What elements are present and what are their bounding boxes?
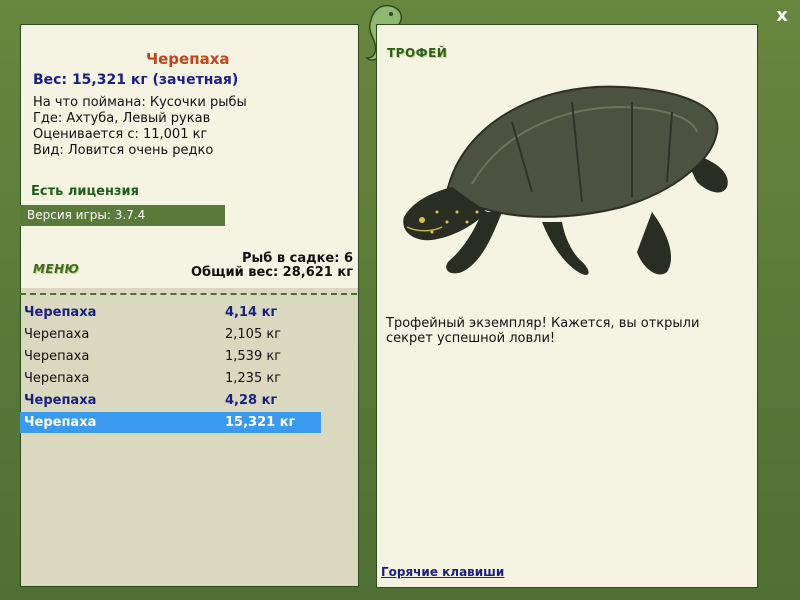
list-item[interactable]: Черепаха 4,28 кг <box>20 390 321 411</box>
list-item-weight: 4,28 кг <box>225 393 278 408</box>
caught-on-text: На что поймана: Кусочки рыбы <box>33 95 247 110</box>
rarity-text: Вид: Ловится очень редко <box>33 143 214 158</box>
list-item-weight: 2,105 кг <box>225 327 282 342</box>
divider <box>20 293 357 295</box>
turtle-trophy-image <box>403 85 728 275</box>
list-item-weight: 1,539 кг <box>225 349 282 364</box>
menu-button[interactable]: МЕНЮ <box>33 262 79 276</box>
version-bar: Версия игры: 3.7.4 <box>20 205 225 226</box>
list-item-name: Черепаха <box>24 327 90 342</box>
list-item[interactable]: Черепаха 1,235 кг <box>20 368 321 389</box>
fish-count: Рыб в садке: 6 <box>241 251 353 266</box>
fish-title: Черепаха <box>146 50 230 68</box>
list-item-weight: 1,235 кг <box>225 371 282 386</box>
hotkeys-link[interactable]: Горячие клавиши <box>381 565 504 579</box>
fish-weight: Вес: 15,321 кг (зачетная) <box>33 72 239 88</box>
version-text: Версия игры: 3.7.4 <box>27 208 146 222</box>
trophy-label: ТРОФЕЙ <box>387 46 448 60</box>
list-item[interactable]: Черепаха 2,105 кг <box>20 324 321 345</box>
valued-from-text: Оценивается с: 11,001 кг <box>33 127 208 142</box>
list-item-weight: 15,321 кг <box>225 415 296 430</box>
list-item[interactable]: Черепаха 4,14 кг <box>20 302 321 323</box>
list-item-selected[interactable]: Черепаха 15,321 кг <box>20 412 321 433</box>
list-item-name: Черепаха <box>24 349 90 364</box>
list-item-name: Черепаха <box>24 415 97 430</box>
list-item-name: Черепаха <box>24 371 90 386</box>
list-item-name: Черепаха <box>24 393 97 408</box>
trophy-description: Трофейный экземпляр! Кажется, вы открыли… <box>386 316 700 346</box>
list-item-name: Черепаха <box>24 305 97 320</box>
cage-stats: Рыб в садке: 6 Общий вес: 28,621 кг <box>191 252 353 280</box>
total-weight: Общий вес: 28,621 кг <box>190 265 353 280</box>
close-button[interactable]: x <box>772 6 792 26</box>
list-item[interactable]: Черепаха 1,539 кг <box>20 346 321 367</box>
license-status: Есть лицензия <box>31 184 139 199</box>
list-item-weight: 4,14 кг <box>225 305 278 320</box>
location-text: Где: Ахтуба, Левый рукав <box>33 111 211 126</box>
